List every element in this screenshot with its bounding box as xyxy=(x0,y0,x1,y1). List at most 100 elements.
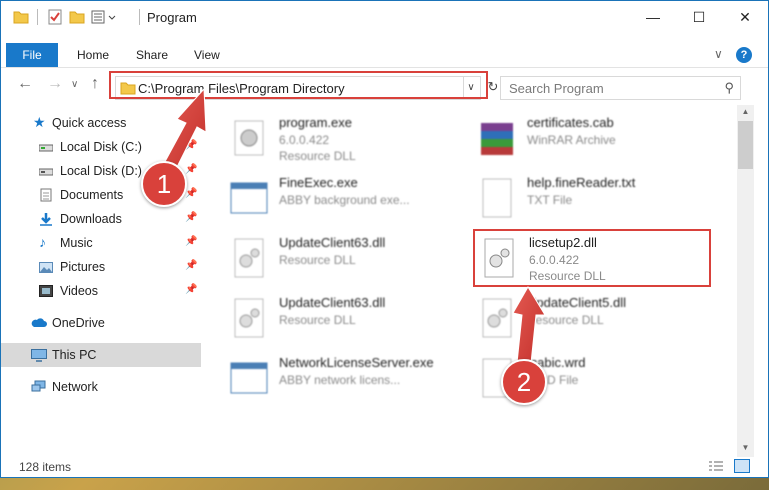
search-input[interactable]: Search Program ⚲ xyxy=(500,76,741,100)
sidebar-item-downloads[interactable]: Downloads 📌 xyxy=(1,207,201,231)
scroll-down-icon[interactable]: ▼ xyxy=(737,443,754,452)
navigation-pane: ★ Quick access Local Disk (C:) 📌 Local D… xyxy=(1,105,201,457)
help-icon[interactable]: ? xyxy=(736,47,752,63)
sidebar-item-label: Network xyxy=(52,380,98,394)
recent-locations-icon[interactable]: ∨ xyxy=(71,79,78,90)
customize-toolbar-icon[interactable] xyxy=(91,9,119,25)
ribbon: File Home Share View ∨ ? xyxy=(1,43,768,68)
file-name: certificates.cab xyxy=(527,115,614,130)
file-item[interactable]: help.fineReader.txt TXT File xyxy=(475,169,715,227)
pin-icon[interactable]: 📌 xyxy=(185,260,197,271)
explorer-window: Program — ☐ ✕ File Home Share View ∨ ? ←… xyxy=(0,0,769,478)
pin-icon[interactable]: 📌 xyxy=(185,212,197,223)
search-icon: ⚲ xyxy=(724,80,734,95)
sidebar-item-label: Videos xyxy=(60,284,98,298)
sidebar-item-local-disk-c[interactable]: Local Disk (C:) 📌 xyxy=(1,135,201,159)
star-icon: ★ xyxy=(33,114,46,130)
cloud-icon xyxy=(31,316,47,330)
up-arrow-icon[interactable]: ↑ xyxy=(91,75,99,93)
dll-icon xyxy=(475,295,519,341)
sidebar-item-quick-access[interactable]: ★ Quick access xyxy=(1,111,201,135)
file-highlight-box xyxy=(473,229,711,287)
sidebar-item-label: Quick access xyxy=(52,116,127,130)
videos-icon xyxy=(39,284,53,298)
sidebar-item-this-pc[interactable]: This PC xyxy=(1,343,201,367)
pictures-icon xyxy=(39,260,53,274)
sidebar-item-music[interactable]: ♪ Music 📌 xyxy=(1,231,201,255)
file-item[interactable]: UpdateClient63.dll Resource DLL xyxy=(227,229,467,287)
dll-icon xyxy=(227,235,271,281)
sidebar-item-label: This PC xyxy=(52,348,97,362)
sidebar-item-videos[interactable]: Videos 📌 xyxy=(1,279,201,303)
documents-icon xyxy=(39,188,53,202)
file-name: UpdateClient5.dll xyxy=(527,295,627,310)
file-item[interactable]: certificates.cab WinRAR Archive xyxy=(475,109,715,167)
sidebar-item-label: Documents xyxy=(60,188,124,202)
expand-ribbon-icon[interactable]: ∨ xyxy=(714,47,723,61)
folder-icon xyxy=(13,9,29,25)
file-item[interactable]: UpdateClient5.dll Resource DLL xyxy=(475,289,715,347)
pin-icon[interactable]: 📌 xyxy=(185,188,197,199)
address-highlight-box xyxy=(109,71,488,99)
title-separator xyxy=(37,9,38,25)
search-placeholder: Search Program xyxy=(509,81,604,96)
sidebar-item-label: OneDrive xyxy=(52,316,105,330)
step-badge-2: 2 xyxy=(501,359,547,405)
file-name: program.exe xyxy=(279,115,352,130)
tab-file[interactable]: File xyxy=(6,43,58,67)
file-detail: Resource DLL xyxy=(279,253,356,267)
exe-icon xyxy=(227,115,271,161)
details-view-icon[interactable] xyxy=(708,460,724,475)
tab-home[interactable]: Home xyxy=(77,43,109,67)
pin-icon[interactable]: 📌 xyxy=(185,284,197,295)
file-name: FineExec.exe xyxy=(279,175,358,190)
drive-icon xyxy=(38,164,54,178)
title-separator xyxy=(139,9,140,25)
sidebar-item-label: Downloads xyxy=(60,212,122,226)
file-detail: ABBY background exe... xyxy=(279,193,410,207)
file-name: UpdateClient63.dll xyxy=(279,295,386,310)
dll-icon xyxy=(227,295,271,341)
file-detail: TXT File xyxy=(527,193,573,207)
drive-icon xyxy=(38,140,54,154)
step-badge-1: 1 xyxy=(141,161,187,207)
close-icon[interactable]: ✕ xyxy=(722,1,768,33)
maximize-icon[interactable]: ☐ xyxy=(676,1,722,33)
sidebar-item-label: Local Disk (D:) xyxy=(60,164,142,178)
scrollbar-thumb[interactable] xyxy=(738,121,753,169)
pc-icon xyxy=(31,348,47,362)
sidebar-item-pictures[interactable]: Pictures 📌 xyxy=(1,255,201,279)
file-name: UpdateClient63.dll xyxy=(279,235,386,250)
download-icon xyxy=(39,212,53,226)
file-detail: 6.0.0.422 xyxy=(279,133,330,147)
file-item[interactable]: program.exe 6.0.0.422 Resource DLL xyxy=(227,109,467,167)
sidebar-item-network[interactable]: Network xyxy=(1,375,201,399)
scroll-up-icon[interactable]: ▲ xyxy=(737,107,754,116)
pin-icon[interactable]: 📌 xyxy=(185,140,197,151)
file-detail: Resource DLL xyxy=(527,313,604,327)
music-icon: ♪ xyxy=(39,234,46,250)
pin-icon[interactable]: 📌 xyxy=(185,236,197,247)
minimize-icon[interactable]: — xyxy=(630,1,676,33)
file-item[interactable]: UpdateClient63.dll Resource DLL xyxy=(227,289,467,347)
sidebar-item-label: Music xyxy=(60,236,93,250)
file-item[interactable]: NetworkLicenseServer.exe ABBY network li… xyxy=(227,349,467,407)
sidebar-item-label: Local Disk (C:) xyxy=(60,140,142,154)
new-folder-icon[interactable] xyxy=(69,9,85,25)
status-bar: 128 items xyxy=(1,457,768,477)
tab-view[interactable]: View xyxy=(194,43,220,67)
window-icon xyxy=(227,175,271,221)
file-detail: WinRAR Archive xyxy=(527,133,616,147)
forward-arrow-icon[interactable]: → xyxy=(47,75,63,93)
properties-icon[interactable] xyxy=(47,9,63,25)
network-icon xyxy=(31,380,46,394)
file-name: help.fineReader.txt xyxy=(527,175,636,190)
pin-icon[interactable]: 📌 xyxy=(185,164,197,175)
tab-share[interactable]: Share xyxy=(136,43,168,67)
sidebar-item-onedrive[interactable]: OneDrive xyxy=(1,311,201,335)
back-arrow-icon[interactable]: ← xyxy=(17,75,33,93)
file-item[interactable]: FineExec.exe ABBY background exe... xyxy=(227,169,467,227)
large-icons-view-icon[interactable] xyxy=(734,459,750,473)
vertical-scrollbar[interactable]: ▲ ▼ xyxy=(737,105,754,457)
window-title: Program xyxy=(147,10,197,25)
